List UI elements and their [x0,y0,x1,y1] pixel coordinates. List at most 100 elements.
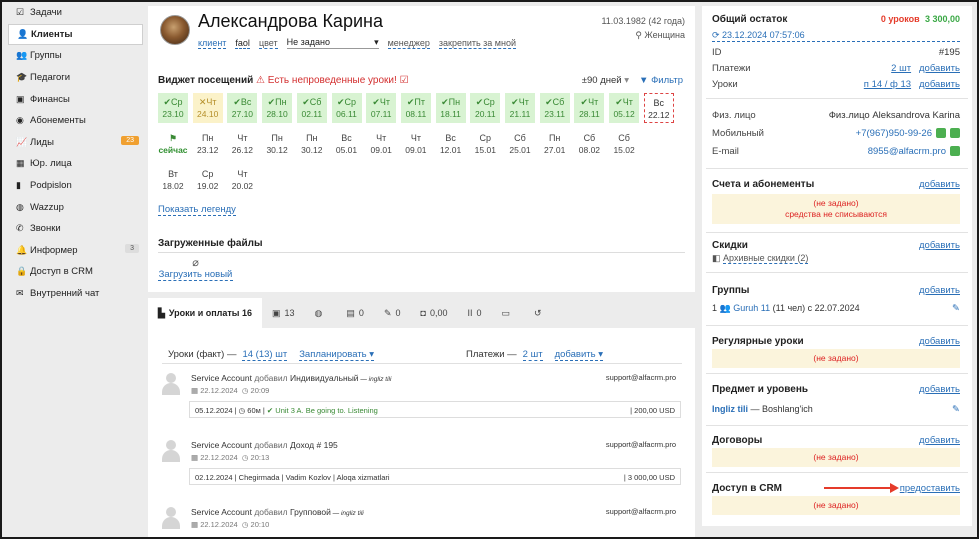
archive-discounts-link[interactable]: Архивные скидки (2) [723,253,809,264]
attendance-cell[interactable]: Чт 26.12 [227,129,257,159]
sidebar-item-6[interactable]: 📈 Лиды 23 [8,132,143,154]
sidebar-item-3[interactable]: 🎓 Педагоги [8,67,143,89]
activity-detail[interactable]: 02.12.2024 | Chegirmada | Vadim Kozlov |… [189,468,681,485]
message-icon[interactable] [936,127,946,138]
sidebar-item-5[interactable]: ◉ Абонементы [8,110,143,132]
tab-6[interactable]: II 0 [457,298,491,328]
now-marker[interactable]: ⚑ сейчас [158,129,188,159]
sidebar-item-2[interactable]: 👥 Группы [8,45,143,67]
crm-grant-link[interactable]: предоставить [900,483,960,494]
attendance-cell[interactable]: Чт 09.01 [366,129,396,159]
tab-0[interactable]: ▙ Уроки и оплаты 16 [148,298,263,328]
attendance-cell[interactable]: ✔Ср 23.10 [158,93,188,123]
subject-link[interactable]: Ingliz tili [712,404,748,414]
tab-4[interactable]: ✎ 0 [374,298,411,328]
payments-value[interactable]: 2 шт [522,349,543,361]
sidebar-item-10[interactable]: ✆ Звонки [8,218,143,240]
attendance-cell[interactable]: Пн 30.12 [297,129,327,159]
attendance-cell[interactable]: Пн 27.01 [540,129,570,159]
edit-icon[interactable]: ✎ [952,404,960,415]
attendance-cell[interactable]: Пн 23.12 [193,129,223,159]
status-select[interactable]: Не задано ▾ [286,37,379,49]
attendance-cell[interactable]: Чт 09.01 [401,129,431,159]
sidebar-item-1[interactable]: 👤 Клиенты [8,23,143,46]
regular-add-link[interactable]: добавить [919,336,960,347]
attendance-cell[interactable]: Вс 22.12 [643,93,674,123]
add-payment-button[interactable]: добавить ▾ [554,349,603,361]
attendance-cell[interactable]: ✔Сб 23.11 [539,93,570,123]
lessons-fact-value[interactable]: 14 (13) шт [242,349,288,361]
lessons-count-link[interactable]: п 14 / ф 13 [864,79,911,90]
avatar[interactable] [160,15,190,45]
attendance-cell[interactable]: Чт 20.02 [227,165,257,195]
attendance-cell[interactable]: ✔Ср 06.11 [331,93,362,123]
attendance-cell[interactable]: ✔Пн 28.10 [262,93,293,123]
attendance-cell[interactable]: ✔Пт 08.11 [400,93,431,123]
accounts-add-link[interactable]: добавить [919,179,960,190]
balance-lessons: 0 уроков [880,13,920,24]
attendance-cell[interactable]: ✔Чт 21.11 [505,93,535,123]
groups-header: Группы добавить [712,282,960,298]
mobile-link[interactable]: +7(967)950-99-26 [856,128,932,139]
upload-area[interactable]: ⌀ Загрузить новый [158,256,233,281]
refresh-timestamp[interactable]: ⟳ 23.12.2024 07:57:06 [712,30,960,42]
whatsapp-icon[interactable] [950,127,960,138]
group-link[interactable]: Guruh 11 [733,303,770,313]
attendance-cell[interactable]: Сб 15.02 [609,129,639,159]
tab-8[interactable]: ↺ [524,298,556,328]
attendance-cell[interactable]: Сб 08.02 [574,129,604,159]
subject-add-link[interactable]: добавить [919,384,960,395]
sidebar-item-11[interactable]: 🔔 Информер 3 [8,240,143,262]
edit-icon[interactable]: ✎ [952,303,960,314]
color-link[interactable]: цвет [258,38,278,49]
warning-text[interactable]: ⚠ Есть непроведенные уроки! ☑ [256,75,409,86]
upload-link[interactable]: Загрузить новый [158,269,233,281]
sidebar-item-9[interactable]: ◍ Wazzup [8,196,143,218]
manager-link[interactable]: менеджер [387,38,430,49]
archive-discounts[interactable]: ◧ Архивные скидки (2) [712,253,960,264]
calendar-icon: ▦ [191,520,199,529]
attendance-cell[interactable]: Вт 18.02 [158,165,188,195]
sidebar-item-7[interactable]: ▦ Юр. лица [8,153,143,175]
mail-icon[interactable] [950,145,960,156]
period-select[interactable]: ±90 дней ▾ [582,75,629,86]
add-payment-link[interactable]: добавить [919,63,960,74]
payments-count-link[interactable]: 2 шт [891,63,911,74]
assign-to-me-link[interactable]: закрепить за мной [438,38,516,49]
attendance-cell[interactable]: ✔Сб 02.11 [296,93,327,123]
activity-detail[interactable]: 05.12.2024 | ◷ 60м | ✔ Unit 3 A. Be goin… [189,401,681,418]
tab-3[interactable]: ▤ 0 [336,298,374,328]
tab-7[interactable]: ▭ [492,298,525,328]
sidebar-item-12[interactable]: 🔒 Доступ в CRM [8,261,143,283]
sidebar-item-8[interactable]: ▮ Podpislon [8,175,143,197]
discounts-add-link[interactable]: добавить [919,240,960,251]
add-lesson-link[interactable]: добавить [919,79,960,90]
attendance-cell[interactable]: Пн 30.12 [262,129,292,159]
show-legend-link[interactable]: Показать легенду [158,204,236,216]
attendance-cell[interactable]: ✕Чт 24.10 [192,93,223,123]
attendance-cell[interactable]: ✔Чт 05.12 [609,93,640,123]
contracts-add-link[interactable]: добавить [919,435,960,446]
attendance-cell[interactable]: ✔Ср 20.11 [470,93,501,123]
sidebar-item-4[interactable]: ▣ Финансы [8,88,143,110]
attendance-cell[interactable]: Ср 19.02 [193,165,223,195]
attendance-cell[interactable]: Вс 12.01 [436,129,466,159]
status-faol[interactable]: faol [235,38,250,49]
tab-2[interactable]: ◍ [305,298,337,328]
filter-button[interactable]: ▼ Фильтр [639,75,683,86]
sidebar-item-13[interactable]: ✉ Внутренний чат [8,283,143,305]
attendance-cell[interactable]: Вс 05.01 [332,129,362,159]
attendance-cell[interactable]: ✔Чт 28.11 [574,93,605,123]
email-link[interactable]: 8955@alfacrm.pro [868,146,946,157]
client-type-link[interactable]: клиент [198,38,227,49]
tab-1[interactable]: ▣ 13 [262,298,305,328]
plan-lesson-button[interactable]: Запланировать ▾ [299,349,375,361]
groups-add-link[interactable]: добавить [919,285,960,296]
attendance-cell[interactable]: ✔Пн 18.11 [435,93,466,123]
attendance-cell[interactable]: Ср 15.01 [470,129,500,159]
attendance-cell[interactable]: Сб 25.01 [505,129,535,159]
tab-5[interactable]: ◘ 0,00 [411,298,458,328]
attendance-cell[interactable]: ✔Вс 27.10 [227,93,258,123]
attendance-cell[interactable]: ✔Чт 07.11 [366,93,397,123]
sidebar-item-0[interactable]: ☑ Задачи [8,2,143,24]
